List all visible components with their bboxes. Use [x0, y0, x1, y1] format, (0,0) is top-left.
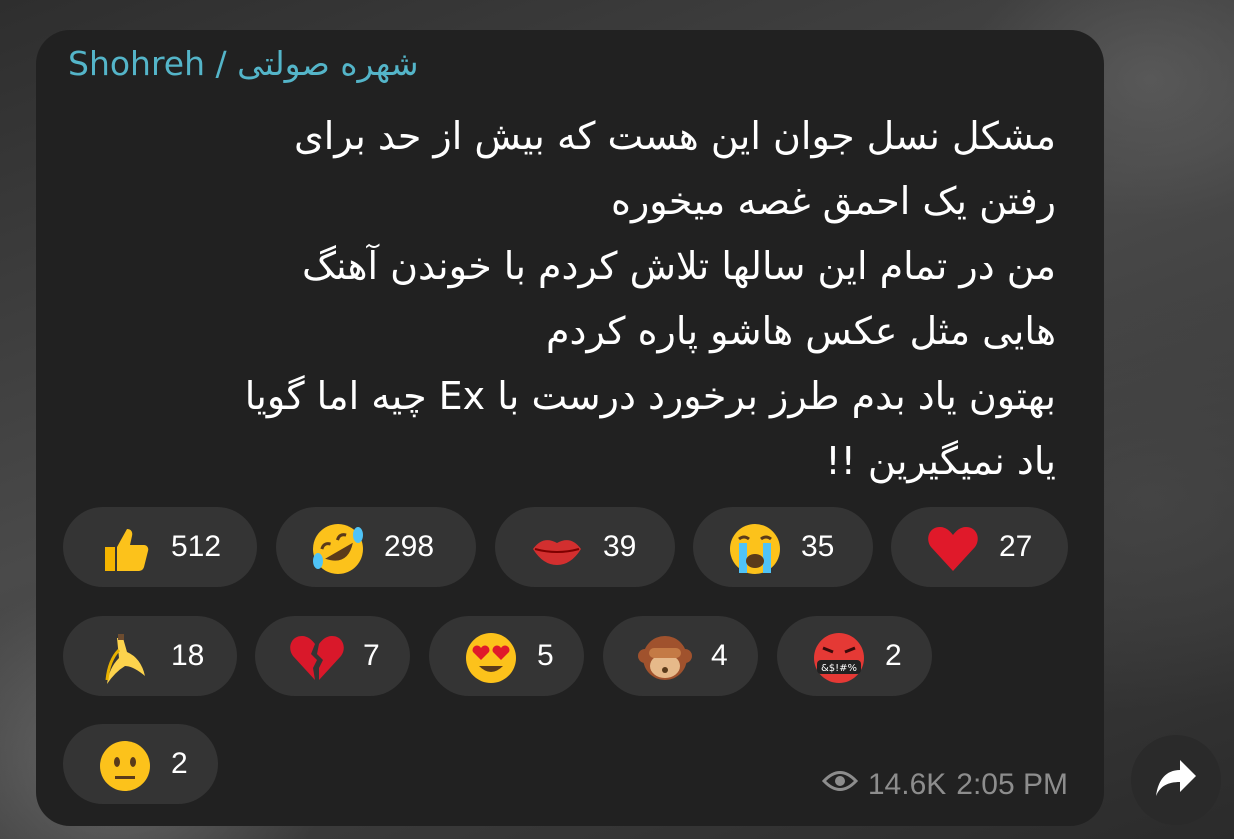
message-line: من در تمام این سالها تلاش کردم با خوندن …: [302, 244, 1056, 288]
reaction-neutral[interactable]: 2: [63, 724, 218, 804]
reaction-kiss[interactable]: 39: [495, 507, 675, 587]
rofl-face-icon: [310, 521, 366, 577]
banana-icon: [97, 630, 153, 686]
reaction-count: 5: [537, 639, 554, 672]
broken-heart-icon: [289, 630, 345, 686]
reaction-monkey[interactable]: 4: [603, 616, 758, 696]
message-time: 2:05 PM: [956, 768, 1068, 801]
reaction-count: 39: [603, 530, 637, 563]
message-line: مشکل نسل جوان این هست که بیش از حد برای: [293, 114, 1056, 158]
reaction-count: 2: [171, 747, 188, 780]
crying-face-icon: [727, 521, 783, 577]
heart-eyes-face-icon: [463, 630, 519, 686]
reaction-count: 18: [171, 639, 205, 672]
message-line: رفتن یک احمق غصه میخوره: [611, 179, 1056, 223]
message-line: یاد نمیگیرین !!: [825, 439, 1056, 483]
reaction-heart[interactable]: 27: [891, 507, 1068, 587]
reaction-cursing[interactable]: &$!#% 2: [777, 616, 932, 696]
reaction-count: 2: [885, 639, 902, 672]
cursing-face-icon: &$!#%: [811, 630, 867, 686]
message-meta: 14.6K 2:05 PM: [821, 768, 1068, 802]
message-text: مشکل نسل جوان این هست که بیش از حد برای …: [56, 104, 1056, 494]
reaction-crying[interactable]: 35: [693, 507, 873, 587]
reaction-count: 512: [171, 530, 222, 563]
message-line: بهتون یاد بدم طرز برخورد درست با Ex چیه …: [244, 374, 1056, 418]
red-heart-icon: [925, 521, 981, 577]
reaction-thumbs-up[interactable]: 512: [63, 507, 257, 587]
neutral-face-icon: [97, 738, 153, 794]
reaction-rofl[interactable]: 298: [276, 507, 476, 587]
message-line: هایی مثل عکس هاشو پاره کردم: [546, 309, 1056, 353]
reaction-count: 27: [999, 530, 1033, 563]
cursing-symbols: &$!#%: [821, 663, 857, 674]
reaction-heart-eyes[interactable]: 5: [429, 616, 584, 696]
reaction-count: 35: [801, 530, 835, 563]
eye-icon: [821, 768, 858, 802]
kiss-lips-icon: [529, 521, 585, 577]
forward-icon: [1154, 758, 1198, 802]
view-count: 14.6K: [867, 768, 947, 801]
reaction-count: 4: [711, 639, 728, 672]
sender-name[interactable]: Shohreh / شهره صولتی: [68, 44, 419, 83]
thumbs-up-icon: [97, 521, 153, 577]
see-no-evil-monkey-icon: [637, 630, 693, 686]
forward-button[interactable]: [1131, 735, 1221, 825]
reaction-count: 298: [384, 530, 435, 563]
reaction-count: 7: [363, 639, 380, 672]
reaction-banana[interactable]: 18: [63, 616, 237, 696]
reaction-broken-heart[interactable]: 7: [255, 616, 410, 696]
